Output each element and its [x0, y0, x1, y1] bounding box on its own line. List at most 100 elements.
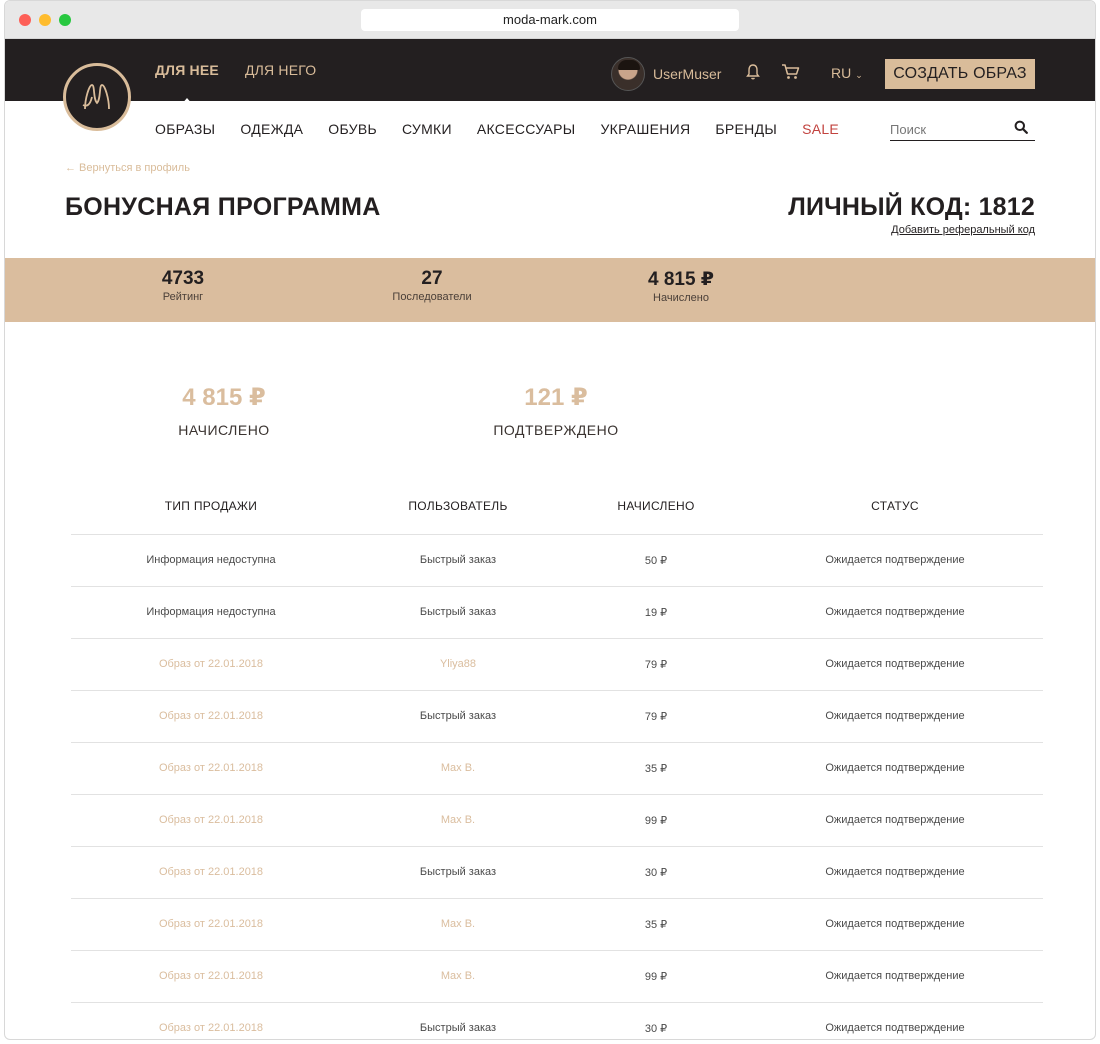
category-accessories[interactable]: АКСЕССУАРЫ — [477, 121, 576, 137]
summary-confirmed-value: 121 ₽ — [524, 384, 588, 411]
close-window-button[interactable] — [19, 14, 31, 26]
cell-sale-type: Информация недоступна — [71, 586, 351, 639]
nav-for-him[interactable]: ДЛЯ НЕГО — [245, 62, 316, 78]
user-menu[interactable]: UserMuser — [611, 57, 721, 91]
table-row: Образ от 22.01.2018 Быстрый заказ 30 ₽ О… — [71, 1002, 1043, 1039]
stat-rating-label: Рейтинг — [162, 291, 204, 303]
category-nav: ОБРАЗЫ ОДЕЖДА ОБУВЬ СУМКИ АКСЕССУАРЫ УКР… — [155, 121, 839, 137]
table-row: Образ от 22.01.2018 Max B. 99 ₽ Ожидаетс… — [71, 950, 1043, 1003]
summary-confirmed-label: ПОДТВЕРЖДЕНО — [493, 422, 619, 438]
table-row: Образ от 22.01.2018 Быстрый заказ 79 ₽ О… — [71, 690, 1043, 743]
cell-status: Ожидается подтверждение — [747, 638, 1043, 691]
cell-sale-type-link[interactable]: Образ от 22.01.2018 — [71, 1002, 351, 1039]
stat-followers-value: 27 — [421, 268, 443, 289]
cart-icon[interactable] — [781, 63, 801, 86]
category-looks[interactable]: ОБРАЗЫ — [155, 121, 215, 137]
cell-status: Ожидается подтверждение — [747, 586, 1043, 639]
create-look-button[interactable]: СОЗДАТЬ ОБРАЗ — [885, 59, 1035, 89]
category-jewelry[interactable]: УКРАШЕНИЯ — [600, 121, 690, 137]
top-bar: ДЛЯ НЕЕ ДЛЯ НЕГО UserMuser RU ⌄ СОЗДАТЬ О… — [5, 39, 1095, 105]
cell-amount: 30 ₽ — [565, 846, 747, 899]
column-header-user: ПОЛЬЗОВАТЕЛЬ — [351, 479, 565, 535]
category-brands[interactable]: БРЕНДЫ — [715, 121, 777, 137]
category-sale[interactable]: SALE — [802, 121, 839, 137]
cell-sale-type-link[interactable]: Образ от 22.01.2018 — [71, 898, 351, 951]
cell-sale-type-link[interactable]: Образ от 22.01.2018 — [71, 846, 351, 899]
column-header-sale-type: ТИП ПРОДАЖИ — [71, 479, 351, 535]
cell-sale-type-link[interactable]: Образ от 22.01.2018 — [71, 638, 351, 691]
column-header-status: СТАТУС — [747, 479, 1043, 535]
cell-user: Быстрый заказ — [351, 690, 565, 743]
cell-user: Быстрый заказ — [351, 586, 565, 639]
browser-window: moda-mark.com ДЛЯ НЕЕ ДЛЯ НЕГО UserMuser… — [4, 0, 1096, 1040]
summary-confirmed: 121 ₽ ПОДТВЕРЖДЕНО — [446, 383, 666, 438]
nav-for-her[interactable]: ДЛЯ НЕЕ — [155, 62, 219, 105]
cell-amount: 30 ₽ — [565, 1002, 747, 1039]
cell-user: Быстрый заказ — [351, 534, 565, 587]
stat-rating-value: 4733 — [161, 268, 205, 289]
language-selector[interactable]: RU ⌄ — [831, 65, 863, 81]
cell-status: Ожидается подтверждение — [747, 534, 1043, 587]
cell-user-link[interactable]: Max B. — [351, 950, 565, 1003]
summary-accrued-label: НАЧИСЛЕНО — [178, 422, 270, 438]
cell-status: Ожидается подтверждение — [747, 898, 1043, 951]
username: UserMuser — [653, 66, 722, 82]
address-bar[interactable]: moda-mark.com — [361, 9, 739, 31]
cell-status: Ожидается подтверждение — [747, 846, 1043, 899]
category-bags[interactable]: СУМКИ — [402, 121, 452, 137]
cell-user-link[interactable]: Yliya88 — [351, 638, 565, 691]
minimize-window-button[interactable] — [39, 14, 51, 26]
cell-amount: 99 ₽ — [565, 950, 747, 1003]
bell-icon[interactable] — [745, 63, 761, 86]
table-row: Образ от 22.01.2018 Max B. 99 ₽ Ожидаетс… — [71, 794, 1043, 847]
table-row: Образ от 22.01.2018 Max B. 35 ₽ Ожидаетс… — [71, 898, 1043, 951]
cell-amount: 50 ₽ — [565, 534, 747, 587]
cell-sale-type-link[interactable]: Образ от 22.01.2018 — [71, 794, 351, 847]
cell-sale-type-link[interactable]: Образ от 22.01.2018 — [71, 742, 351, 795]
stat-accrued: 4 815 ₽ Начислено — [611, 268, 751, 304]
stat-followers: 27 Последователи — [362, 268, 502, 303]
summary-accrued: 4 815 ₽ НАЧИСЛЕНО — [114, 383, 334, 438]
stats-band: 4733 Рейтинг 27 Последователи 4 815 ₽ На… — [5, 258, 1095, 322]
cell-amount: 19 ₽ — [565, 586, 747, 639]
personal-code: ЛИЧНЫЙ КОД: 1812 — [788, 193, 1035, 221]
cell-status: Ожидается подтверждение — [747, 950, 1043, 1003]
category-shoes[interactable]: ОБУВЬ — [328, 121, 377, 137]
table-row: Образ от 22.01.2018 Max B. 35 ₽ Ожидаетс… — [71, 742, 1043, 795]
bonus-table: ТИП ПРОДАЖИ ПОЛЬЗОВАТЕЛЬ НАЧИСЛЕНО СТАТУ… — [71, 479, 1043, 1039]
page-title: БОНУСНАЯ ПРОГРАММА — [65, 193, 381, 221]
language-label: RU — [831, 65, 852, 81]
avatar — [611, 57, 645, 91]
column-header-accrued: НАЧИСЛЕНО — [565, 479, 747, 535]
cell-amount: 99 ₽ — [565, 794, 747, 847]
stat-rating: 4733 Рейтинг — [113, 268, 253, 303]
cell-status: Ожидается подтверждение — [747, 1002, 1043, 1039]
cell-amount: 79 ₽ — [565, 638, 747, 691]
search-box — [890, 119, 1035, 141]
chevron-down-icon: ⌄ — [855, 70, 863, 80]
search-input[interactable] — [890, 122, 1008, 137]
category-clothes[interactable]: ОДЕЖДА — [240, 121, 303, 137]
cell-sale-type-link[interactable]: Образ от 22.01.2018 — [71, 690, 351, 743]
cell-amount: 35 ₽ — [565, 742, 747, 795]
table-header-row: ТИП ПРОДАЖИ ПОЛЬЗОВАТЕЛЬ НАЧИСЛЕНО СТАТУ… — [71, 479, 1043, 535]
table-row: Информация недоступна Быстрый заказ 50 ₽… — [71, 534, 1043, 587]
table-row: Образ от 22.01.2018 Yliya88 79 ₽ Ожидает… — [71, 638, 1043, 691]
logo-icon[interactable] — [63, 63, 131, 131]
add-referral-code-link[interactable]: Добавить реферальный код — [891, 224, 1035, 236]
maximize-window-button[interactable] — [59, 14, 71, 26]
cell-user-link[interactable]: Max B. — [351, 898, 565, 951]
cell-status: Ожидается подтверждение — [747, 690, 1043, 743]
search-icon[interactable] — [1014, 120, 1028, 139]
table-row: Информация недоступна Быстрый заказ 19 ₽… — [71, 586, 1043, 639]
cell-amount: 35 ₽ — [565, 898, 747, 951]
cell-user-link[interactable]: Max B. — [351, 794, 565, 847]
cell-sale-type: Информация недоступна — [71, 534, 351, 587]
cell-amount: 79 ₽ — [565, 690, 747, 743]
cell-sale-type-link[interactable]: Образ от 22.01.2018 — [71, 950, 351, 1003]
summary-accrued-value: 4 815 ₽ — [182, 384, 266, 411]
cell-user: Быстрый заказ — [351, 1002, 565, 1039]
browser-chrome: moda-mark.com — [5, 1, 1095, 39]
back-to-profile-link[interactable]: ← Вернуться в профиль — [65, 162, 190, 174]
cell-user-link[interactable]: Max B. — [351, 742, 565, 795]
